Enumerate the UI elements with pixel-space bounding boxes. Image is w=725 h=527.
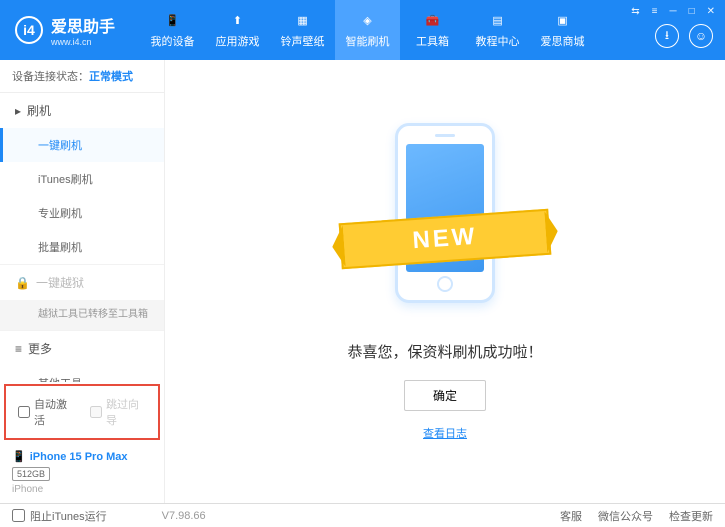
main-nav: 📱我的设备 ⬆应用游戏 ▦铃声壁纸 ◈智能刷机 🧰工具箱 ▤教程中心 ▣爱思商城: [140, 0, 595, 60]
header-actions: ⭳ ☺: [655, 24, 713, 48]
lock-icon: 🔒: [15, 276, 30, 290]
sidebar-group-jailbreak: 🔒一键越狱: [0, 265, 164, 300]
toolbox-icon: 🧰: [424, 11, 442, 29]
settings-icon[interactable]: ⇆: [629, 4, 641, 19]
device-icon: 📱: [12, 450, 26, 463]
skip-guide-checkbox[interactable]: 跳过向导: [90, 396, 146, 428]
flash-small-icon: ▸: [15, 104, 21, 118]
version-label: V7.98.66: [162, 510, 206, 522]
success-message: 恭喜您，保资料刷机成功啦！: [347, 341, 542, 362]
store-icon: ▣: [554, 11, 572, 29]
footer-support[interactable]: 客服: [560, 508, 582, 524]
maximize-icon[interactable]: □: [687, 4, 697, 19]
device-type: iPhone: [12, 484, 152, 495]
sidebar-item-pro-flash[interactable]: 专业刷机: [0, 196, 164, 230]
new-ribbon: NEW: [339, 208, 552, 269]
device-storage: 512GB: [12, 467, 50, 481]
footer-check-update[interactable]: 检查更新: [669, 508, 713, 524]
nav-tutorial[interactable]: ▤教程中心: [465, 0, 530, 60]
nav-store[interactable]: ▣爱思商城: [530, 0, 595, 60]
close-icon[interactable]: ✕: [705, 4, 717, 19]
device-info: 📱iPhone 15 Pro Max 512GB iPhone: [0, 442, 164, 503]
logo-icon: i4: [15, 16, 43, 44]
options-highlight-box: 自动激活 跳过向导: [4, 384, 160, 440]
device-status: 设备连接状态：正常模式: [0, 60, 164, 93]
user-button[interactable]: ☺: [689, 24, 713, 48]
app-url: www.i4.cn: [51, 37, 115, 47]
app-icon: ⬆: [229, 11, 247, 29]
sidebar-group-flash[interactable]: ▸刷机: [0, 93, 164, 128]
app-header: i4 爱思助手 www.i4.cn 📱我的设备 ⬆应用游戏 ▦铃声壁纸 ◈智能刷…: [0, 0, 725, 60]
ok-button[interactable]: 确定: [404, 380, 486, 411]
minimize-icon[interactable]: ─: [667, 4, 678, 19]
nav-my-device[interactable]: 📱我的设备: [140, 0, 205, 60]
more-icon: ≡: [15, 342, 22, 356]
sidebar-item-batch-flash[interactable]: 批量刷机: [0, 230, 164, 264]
sidebar-group-more[interactable]: ≡更多: [0, 331, 164, 366]
nav-apps-games[interactable]: ⬆应用游戏: [205, 0, 270, 60]
download-button[interactable]: ⭳: [655, 24, 679, 48]
menu-icon[interactable]: ≡: [650, 4, 660, 19]
flash-icon: ◈: [359, 11, 377, 29]
success-illustration: NEW: [355, 123, 535, 323]
app-name: 爱思助手: [51, 13, 115, 37]
footer-wechat[interactable]: 微信公众号: [598, 508, 653, 524]
auto-activate-checkbox[interactable]: 自动激活: [18, 396, 74, 428]
book-icon: ▤: [489, 11, 507, 29]
image-icon: ▦: [294, 11, 312, 29]
nav-smart-flash[interactable]: ◈智能刷机: [335, 0, 400, 60]
sidebar-item-other-tools[interactable]: 其他工具: [0, 366, 164, 382]
block-itunes-checkbox[interactable]: 阻止iTunes运行: [12, 508, 107, 524]
nav-ringtone-wallpaper[interactable]: ▦铃声壁纸: [270, 0, 335, 60]
app-logo: i4 爱思助手 www.i4.cn: [0, 13, 130, 47]
footer: 阻止iTunes运行 V7.98.66 客服 微信公众号 检查更新: [0, 503, 725, 527]
sidebar-item-oneclick-flash[interactable]: 一键刷机: [0, 128, 164, 162]
main-content: NEW 恭喜您，保资料刷机成功啦！ 确定 查看日志: [165, 60, 725, 503]
view-log-link[interactable]: 查看日志: [423, 425, 467, 441]
device-name[interactable]: 📱iPhone 15 Pro Max: [12, 450, 152, 463]
phone-icon: 📱: [164, 11, 182, 29]
sidebar-item-itunes-flash[interactable]: iTunes刷机: [0, 162, 164, 196]
nav-toolbox[interactable]: 🧰工具箱: [400, 0, 465, 60]
jailbreak-moved-note: 越狱工具已转移至工具箱: [0, 300, 164, 330]
sidebar: 设备连接状态：正常模式 ▸刷机 一键刷机 iTunes刷机 专业刷机 批量刷机 …: [0, 60, 165, 503]
window-controls: ⇆ ≡ ─ □ ✕: [629, 4, 717, 19]
